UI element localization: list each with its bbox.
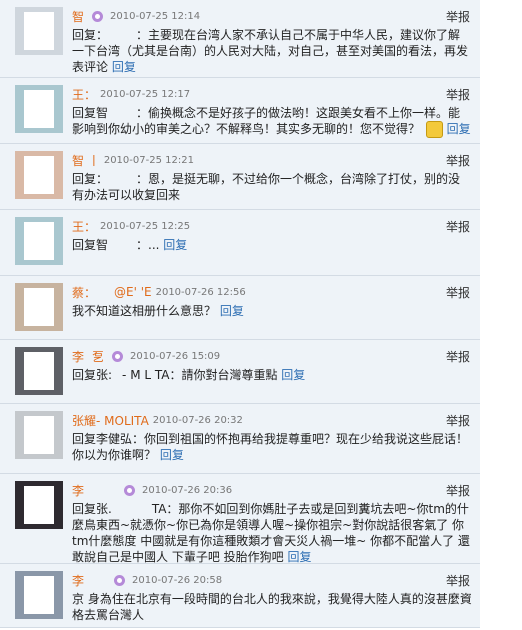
username[interactable]: 王： <box>72 86 96 103</box>
report-button[interactable]: 举报 <box>446 412 470 429</box>
username[interactable]: 李 <box>72 482 84 499</box>
comment-text: ：恩，是挺无聊，不过给你一个概念，台湾除了打仗，别的没有办法可以收复回来 <box>72 172 461 202</box>
reply-link[interactable]: 回复 <box>163 238 187 252</box>
avatar[interactable] <box>15 411 63 459</box>
reply-prefix: 回复智 <box>72 106 109 120</box>
reply-link[interactable]: 回复 <box>287 550 311 564</box>
vip-icon <box>92 10 104 22</box>
comment-text: 京 身為住在北京有一段時間的台北人的我來說，我覺得大陸人真的沒甚麼資格去罵台灣人 <box>72 592 472 622</box>
comment-item: 王： 2010-07-25 12:17 举报 回复智 ：偷换概念不是好孩子的做法哟… <box>0 78 480 144</box>
smiley-emoticon-icon <box>425 121 443 138</box>
comment-item: 智 丨 2010-07-25 12:21 举报 回复： ：恩，是挺无聊，不过给你一… <box>0 144 480 210</box>
comment-body: 我不知道这相册什么意思？ 回复 <box>72 303 472 319</box>
timestamp: 2010-07-26 12:56 <box>155 286 246 298</box>
comment-body: 回复张. TA：那你不如回到你媽肚子去或是回到糞坑去吧~你tm的什麼鳥東西~就憑你… <box>72 501 472 565</box>
comment-text: - M L TA：請你對台灣尊重點 <box>122 368 278 382</box>
comment-header: 李 乭 2010-07-26 15:09 <box>72 348 220 364</box>
comment-body: 回复： ：主要现在台湾人家不承认自己不属于中华人民，建议你了解一下台湾（尤其是台南… <box>72 27 472 75</box>
comment-header: 智 丨 2010-07-25 12:21 <box>72 152 194 168</box>
username[interactable]: 王： <box>72 218 96 235</box>
report-button[interactable]: 举报 <box>446 482 470 499</box>
comment-item: 智 2010-07-25 12:14 举报 回复： ：主要现在台湾人家不承认自己不… <box>0 0 480 78</box>
vip-icon <box>114 574 126 586</box>
comment-body: 回复： ：恩，是挺无聊，不过给你一个概念，台湾除了打仗，别的没有办法可以收复回来 <box>72 171 472 203</box>
comment-item: 张耀- MOLITA 2010-07-26 20:32 举报 回复李健弘：你回到… <box>0 404 480 474</box>
comment-item: 李 2010-07-26 20:58 举报 京 身為住在北京有一段時間的台北人的… <box>0 564 480 628</box>
comment-item: 蔡： @E' 'E 2010-07-26 12:56 举报 我不知道这相册什么意… <box>0 276 480 340</box>
comment-text: TA：那你不如回到你媽肚子去或是回到糞坑去吧~你tm的什麼鳥東西~就憑你~你已為… <box>72 502 470 564</box>
comment-header: 李 2010-07-26 20:58 <box>72 572 222 588</box>
username[interactable]: 蔡： <box>72 284 96 301</box>
reply-link[interactable]: 回复 <box>220 304 244 318</box>
avatar[interactable] <box>15 217 63 265</box>
reply-prefix: 回复张: <box>72 368 113 382</box>
timestamp: 2010-07-25 12:21 <box>103 154 194 166</box>
username[interactable]: 李 <box>72 348 84 365</box>
avatar[interactable] <box>15 283 63 331</box>
comment-header: 王： 2010-07-25 12:25 <box>72 218 190 234</box>
avatar[interactable] <box>15 481 63 529</box>
report-button[interactable]: 举报 <box>446 218 470 235</box>
avatar[interactable] <box>15 85 63 133</box>
username-suffix: 乭 <box>92 349 105 364</box>
timestamp: 2010-07-26 15:09 <box>130 350 221 362</box>
reply-link[interactable]: 回复 <box>112 60 136 74</box>
comment-body: 回复智 ：偷换概念不是好孩子的做法哟！这跟美女看不上你一样。能影响到你幼小的审美之… <box>72 105 472 138</box>
username[interactable]: 李 <box>72 572 84 589</box>
avatar[interactable] <box>15 7 63 55</box>
reply-link[interactable]: 回复 <box>281 368 305 382</box>
username[interactable]: 智 <box>72 8 84 25</box>
comment-body: 回复智 ：... 回复 <box>72 237 472 253</box>
comment-header: 王： 2010-07-25 12:17 <box>72 86 190 102</box>
report-button[interactable]: 举报 <box>446 8 470 25</box>
reply-prefix: 回复智 <box>72 238 109 252</box>
reply-link[interactable]: 回复 <box>160 448 184 462</box>
comment-item: 李 2010-07-26 20:36 举报 回复张. TA：那你不如回到你媽肚子去… <box>0 474 480 564</box>
comment-text: 我不知道这相册什么意思？ <box>72 304 217 318</box>
comment-body: 回复李健弘：你回到祖国的怀抱再给我提尊重吧？现在少给我说这些屁话！你以为你谁啊？… <box>72 431 472 463</box>
comment-header: 李 2010-07-26 20:36 <box>72 482 232 498</box>
timestamp: 2010-07-26 20:36 <box>142 484 233 496</box>
comment-text: ：... <box>136 238 160 252</box>
timestamp: 2010-07-25 12:17 <box>100 88 191 100</box>
report-button[interactable]: 举报 <box>446 572 470 589</box>
comment-header: 蔡： @E' 'E 2010-07-26 12:56 <box>72 284 246 300</box>
avatar[interactable] <box>15 151 63 199</box>
reply-prefix: 回复李健弘： <box>72 432 145 446</box>
username-suffix: @E' 'E <box>114 285 152 299</box>
comment-header: 智 2010-07-25 12:14 <box>72 8 200 24</box>
comment-item: 李 乭 2010-07-26 15:09 举报 回复张: - M L TA：請你對… <box>0 340 480 404</box>
username[interactable]: 智 丨 <box>72 152 100 169</box>
comment-item: 王： 2010-07-25 12:25 举报 回复智 ：... 回复 <box>0 210 480 276</box>
vip-icon <box>124 484 136 496</box>
vip-icon <box>112 350 124 362</box>
avatar[interactable] <box>15 347 63 395</box>
reply-link[interactable]: 回复 <box>447 122 471 136</box>
comment-body: 回复张: - M L TA：請你對台灣尊重點 回复 <box>72 367 472 383</box>
report-button[interactable]: 举报 <box>446 86 470 103</box>
avatar[interactable] <box>15 571 63 619</box>
timestamp: 2010-07-26 20:58 <box>132 574 223 586</box>
timestamp: 2010-07-25 12:25 <box>100 220 191 232</box>
username[interactable]: 张耀- MOLITA <box>72 412 149 429</box>
timestamp: 2010-07-26 20:32 <box>152 414 243 426</box>
comment-body: 京 身為住在北京有一段時間的台北人的我來說，我覺得大陸人真的沒甚麼資格去罵台灣人 <box>72 591 472 623</box>
report-button[interactable]: 举报 <box>446 284 470 301</box>
timestamp: 2010-07-25 12:14 <box>110 10 201 22</box>
reply-prefix: 回复张. <box>72 502 112 516</box>
report-button[interactable]: 举报 <box>446 348 470 365</box>
reply-prefix: 回复： <box>72 28 109 42</box>
comment-header: 张耀- MOLITA 2010-07-26 20:32 <box>72 412 243 428</box>
reply-prefix: 回复： <box>72 172 109 186</box>
comment-text: ：偷换概念不是好孩子的做法哟！这跟美女看不上你一样。能影响到你幼小的审美之心？不… <box>72 106 461 136</box>
report-button[interactable]: 举报 <box>446 152 470 169</box>
